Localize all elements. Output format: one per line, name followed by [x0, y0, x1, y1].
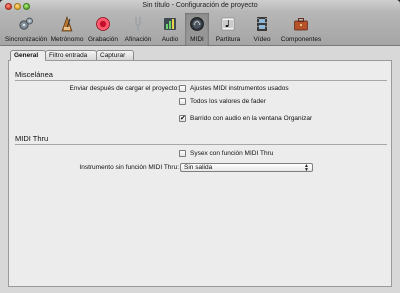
instrument-no-thru-label: Instrumento sin función MIDI Thru:	[79, 164, 179, 171]
audio-meter-icon	[164, 18, 176, 30]
toolbar-label: Grabación	[88, 36, 118, 43]
toolbar-tuning[interactable]: Afinación	[121, 13, 155, 46]
title-bar[interactable]: Sin título - Configuración de proyecto	[0, 0, 400, 13]
sysex-midi-thru-label: Sysex con función MIDI Thru	[190, 150, 274, 157]
sysex-midi-thru-checkbox[interactable]	[179, 150, 186, 157]
briefcase-icon	[294, 18, 308, 31]
chevron-updown-icon: ▲ ▼	[304, 163, 309, 173]
miscellaneous-heading: Miscelánea	[15, 70, 53, 79]
toolbar-label: Audio	[161, 36, 179, 43]
gear-icon	[19, 17, 33, 30]
toolbar-synchronization[interactable]: Sincronización	[4, 13, 48, 46]
midi-thru-heading: MIDI Thru	[15, 134, 49, 143]
toolbar-label: Metrónomo	[50, 36, 84, 43]
tab-general[interactable]: General	[10, 50, 46, 61]
instrument-no-thru-select[interactable]: Sin salida ▲ ▼	[180, 163, 313, 173]
window-title: Sin título - Configuración de proyecto	[142, 2, 258, 9]
toolbar-label: Partitura	[215, 36, 241, 43]
record-icon	[96, 17, 110, 31]
toolbar-components[interactable]: Componentes	[278, 13, 324, 46]
settings-toolbar: Sincronización Metrónomo Grabación Afina…	[0, 13, 400, 46]
toolbar-label: MIDI	[190, 36, 204, 43]
send-after-load-label: Enviar después de cargar el proyecto:	[69, 85, 179, 92]
project-settings-window: Sin título - Configuración de proyecto S…	[0, 0, 400, 293]
used-instruments-midi-settings-label: Ajustes MIDI instrumentos usados	[190, 85, 289, 92]
toolbar-recording[interactable]: Grabación	[86, 13, 120, 46]
toolbar-audio[interactable]: Audio	[156, 13, 184, 46]
toolbar-label: Sincronización	[4, 36, 48, 43]
tuning-fork-icon	[135, 17, 141, 31]
toolbar-video[interactable]: Vídeo	[247, 13, 277, 46]
section-divider	[15, 80, 387, 81]
toolbar-label: Afinación	[124, 36, 152, 43]
metronome-icon	[61, 16, 73, 32]
all-fader-values-checkbox[interactable]	[179, 98, 186, 105]
toolbar-score[interactable]: Partitura	[210, 13, 246, 46]
used-instruments-midi-settings-checkbox[interactable]	[179, 85, 186, 92]
toolbar-metronome[interactable]: Metrónomo	[49, 13, 85, 46]
toolbar-midi[interactable]: MIDI	[185, 13, 209, 46]
scrub-audio-arrange-label: Barrido con audio en la ventana Organiza…	[190, 115, 313, 122]
score-icon	[221, 17, 235, 31]
instrument-no-thru-value: Sin salida	[184, 164, 213, 171]
all-fader-values-label: Todos los valores de fader	[190, 98, 266, 105]
toolbar-label: Vídeo	[253, 36, 271, 43]
section-divider	[15, 144, 387, 145]
scrub-audio-arrange-checkbox[interactable]	[179, 114, 186, 122]
general-pane: Miscelánea Enviar después de cargar el p…	[8, 60, 392, 287]
midi-icon	[190, 17, 204, 31]
video-icon	[257, 17, 267, 31]
toolbar-label: Componentes	[280, 36, 322, 43]
